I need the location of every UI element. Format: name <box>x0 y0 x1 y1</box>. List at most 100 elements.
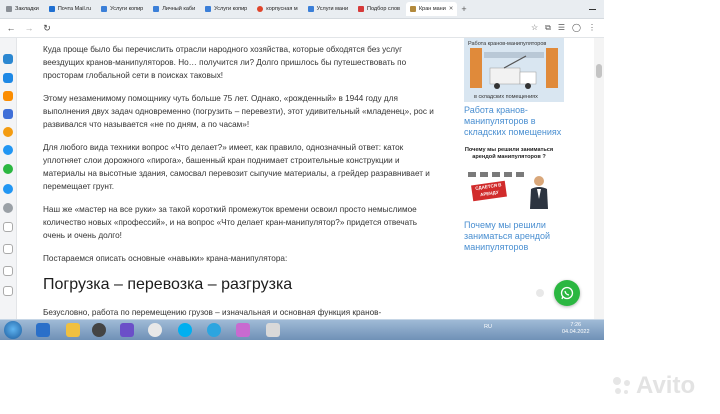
tab-crane-active[interactable]: Кран мани ✕ <box>405 2 458 16</box>
bookmarks-list-icon[interactable]: ☰ <box>558 23 565 33</box>
page-content: Куда проще было бы перечислить отрасли н… <box>16 38 594 319</box>
avito-watermark: Avito <box>610 372 695 400</box>
music-icon[interactable] <box>3 109 13 119</box>
whatsapp-icon <box>560 286 574 300</box>
clock-icon[interactable] <box>3 203 13 213</box>
media-icon[interactable] <box>92 323 106 337</box>
related-link-rent[interactable]: Почему мы решили заниматься арендой мани… <box>464 220 568 253</box>
tab-furniture[interactable]: корпусная м <box>253 2 301 16</box>
tab-services-2[interactable]: Услуги копир <box>201 2 251 16</box>
tab-label: Личный каби <box>162 6 196 12</box>
mail-icon <box>48 6 55 12</box>
clock[interactable]: 7:26 04.04.2022 <box>562 322 590 336</box>
minimize-icon[interactable] <box>589 8 596 10</box>
browser-icon[interactable] <box>236 323 250 337</box>
tab-account[interactable]: Личный каби <box>149 2 199 16</box>
scrollbar[interactable] <box>594 38 604 319</box>
article-paragraph: Постараемся описать основные «навыки» кр… <box>43 254 288 263</box>
crane-trucks-image <box>468 172 524 177</box>
site-icon <box>307 6 314 12</box>
language-indicator[interactable]: RU <box>484 324 492 330</box>
bookmark-icon[interactable] <box>3 222 13 232</box>
site-icon <box>153 6 160 12</box>
site-icon <box>409 6 416 12</box>
tab-services-3[interactable]: Услуги мани <box>304 2 352 16</box>
skype-icon[interactable] <box>178 323 192 337</box>
whatsapp-icon[interactable] <box>3 164 13 174</box>
related-card-image-warehouse[interactable]: Работа кранов-манипуляторов в складских … <box>464 38 564 102</box>
site-icon <box>205 6 212 12</box>
telegram-icon[interactable] <box>3 145 13 155</box>
clock-date: 04.04.2022 <box>562 329 590 335</box>
search-site-icon <box>257 6 264 12</box>
article: Куда проще было бы перечислить отрасли н… <box>43 38 436 319</box>
account-icon[interactable]: ◯ <box>572 23 581 33</box>
tab-bookmarks[interactable]: Закладки <box>2 2 43 16</box>
explorer-icon[interactable] <box>66 323 80 337</box>
scrollbar-thumb[interactable] <box>596 64 602 78</box>
browser-sidebar <box>0 38 17 319</box>
settings-icon[interactable] <box>3 266 13 276</box>
watermark-text: Avito <box>636 372 696 399</box>
chat-indicator-dot <box>536 289 544 297</box>
start-button[interactable] <box>4 321 22 339</box>
chart-icon <box>358 6 365 12</box>
clock-time: 7:26 <box>570 322 582 328</box>
tab-label: Подбор слов <box>367 6 400 12</box>
vk-icon[interactable] <box>3 54 13 64</box>
telegram-icon[interactable] <box>207 323 221 337</box>
card-title: Почему мы решили заниматься арендой мани… <box>464 147 554 160</box>
card-title: Работа кранов-манипуляторов <box>468 41 547 47</box>
article-paragraph: Этому незаменимому помощнику чуть больше… <box>43 94 434 129</box>
bookmark-star-icon[interactable]: ☆ <box>531 23 538 33</box>
tab-label: Кран мани <box>418 6 446 12</box>
warehouse-crane-image <box>464 38 564 102</box>
close-tab-icon[interactable]: ✕ <box>449 6 454 12</box>
windows-taskbar: RU 7:26 04.04.2022 <box>0 319 604 340</box>
ie-icon[interactable] <box>36 323 50 337</box>
tab-keywords[interactable]: Подбор слов <box>354 2 404 16</box>
avito-logo-icon <box>613 377 630 394</box>
app-icon[interactable] <box>120 323 134 337</box>
rent-stamp: СДАЕТСЯ В АРЕНДУ <box>471 180 507 202</box>
new-tab-button[interactable]: + <box>461 4 466 14</box>
tab-label: Услуги мани <box>316 6 349 12</box>
tab-label: корпусная м <box>266 6 298 12</box>
menu-icon[interactable]: ⋮ <box>588 23 596 33</box>
toolbar-icons: ☆ ⧉ ☰ ◯ ⋮ <box>531 23 596 33</box>
businessman-image <box>530 176 548 209</box>
paint-icon[interactable] <box>266 323 280 337</box>
download-icon[interactable] <box>3 244 13 254</box>
forward-arrow-icon[interactable]: → <box>22 23 36 33</box>
article-paragraph: Безусловно, работа по перемещению грузов… <box>43 308 382 317</box>
article-paragraph: Куда проще было бы перечислить отрасли н… <box>43 45 407 80</box>
tab-label: Почта Mail.ru <box>57 6 92 12</box>
telegram-icon[interactable] <box>3 184 13 194</box>
reload-icon[interactable]: ↻ <box>40 23 54 34</box>
mail-at-icon[interactable] <box>3 127 13 137</box>
related-articles: Работа кранов-манипуляторов в складских … <box>464 38 584 253</box>
article-paragraph: Наш же «мастер на все руки» за такой кор… <box>43 205 418 240</box>
navigation-bar: ← → ↻ ☆ ⧉ ☰ ◯ ⋮ <box>0 19 604 38</box>
tab-bar: Закладки Почта Mail.ru Услуги копир Личн… <box>0 0 604 19</box>
tab-label: Закладки <box>15 6 39 12</box>
tab-label: Услуги копир <box>214 6 248 12</box>
browser-window: Закладки Почта Mail.ru Услуги копир Личн… <box>0 0 604 340</box>
article-paragraph: Для любого вида техники вопрос «Что дела… <box>43 143 430 191</box>
whatsapp-chat-button[interactable] <box>554 280 580 306</box>
bookmarks-icon <box>6 6 12 12</box>
site-icon <box>101 6 108 12</box>
back-arrow-icon[interactable]: ← <box>4 23 18 33</box>
tab-services-1[interactable]: Услуги копир <box>97 2 147 16</box>
card-caption: в складских помещениях <box>474 94 538 100</box>
tab-label: Услуги копир <box>110 6 144 12</box>
related-card-image-rent[interactable]: Почему мы решили заниматься арендой мани… <box>464 147 554 217</box>
extensions-icon[interactable]: ⧉ <box>545 23 551 33</box>
related-link-warehouse[interactable]: Работа кранов-манипуляторов в складских … <box>464 105 568 138</box>
messenger-icon[interactable] <box>3 73 13 83</box>
ok-icon[interactable] <box>3 91 13 101</box>
sidebar-toggle-icon[interactable] <box>3 286 13 296</box>
section-heading: Погрузка – перевозка – разгрузка <box>43 276 293 293</box>
chrome-icon[interactable] <box>148 323 162 337</box>
tab-mail[interactable]: Почта Mail.ru <box>45 2 95 16</box>
